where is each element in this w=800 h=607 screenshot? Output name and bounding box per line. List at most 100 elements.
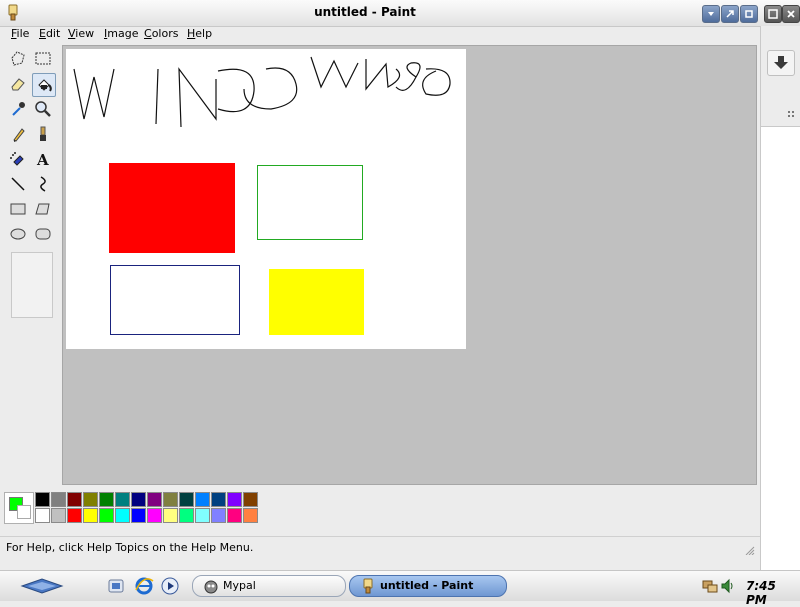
airbrush-icon bbox=[10, 152, 24, 166]
maximize-button[interactable] bbox=[721, 5, 739, 23]
curve-icon bbox=[40, 176, 46, 192]
menu-help[interactable]: Help bbox=[187, 27, 212, 40]
restore-button[interactable] bbox=[740, 5, 758, 23]
color-swatch[interactable] bbox=[211, 508, 226, 523]
color-swatch[interactable] bbox=[99, 508, 114, 523]
color-swatch[interactable] bbox=[83, 492, 98, 507]
scribble-stroke bbox=[217, 68, 255, 113]
menu-image[interactable]: Image bbox=[104, 27, 138, 40]
resize-grip-icon[interactable] bbox=[744, 545, 756, 555]
color-swatch[interactable] bbox=[179, 508, 194, 523]
drawing-canvas[interactable] bbox=[66, 49, 466, 349]
volume-tray-icon[interactable] bbox=[720, 578, 736, 594]
color-swatch[interactable] bbox=[115, 508, 130, 523]
minimize-icon bbox=[708, 12, 714, 16]
rectangle-tool[interactable] bbox=[7, 198, 29, 220]
side-panel bbox=[760, 26, 800, 576]
color-swatch[interactable] bbox=[67, 508, 82, 523]
color-swatch[interactable] bbox=[243, 492, 258, 507]
scribble-stroke bbox=[243, 67, 298, 110]
paint-app-icon bbox=[363, 578, 373, 594]
rect-select-tool[interactable] bbox=[32, 48, 54, 70]
side-panel-header bbox=[761, 26, 800, 127]
color-swatch[interactable] bbox=[195, 508, 210, 523]
magnifier-tool[interactable] bbox=[32, 98, 54, 120]
task-paint[interactable]: untitled - Paint bbox=[349, 575, 507, 597]
color-swatch[interactable] bbox=[35, 508, 50, 523]
show-desktop-icon[interactable] bbox=[106, 576, 126, 596]
fill-tool[interactable] bbox=[32, 73, 56, 97]
polygon-icon bbox=[35, 203, 50, 215]
color-swatch[interactable] bbox=[211, 492, 226, 507]
task-mypal[interactable]: Mypal bbox=[192, 575, 346, 597]
color-swatch[interactable] bbox=[179, 492, 194, 507]
start-menu-icon[interactable] bbox=[20, 577, 64, 595]
yellow-filled-rectangle bbox=[269, 269, 364, 335]
status-text: For Help, click Help Topics on the Help … bbox=[6, 541, 254, 554]
color-swatch[interactable] bbox=[147, 492, 162, 507]
color-swatch[interactable] bbox=[67, 492, 82, 507]
current-colors[interactable] bbox=[4, 492, 34, 524]
tool-options-box[interactable] bbox=[11, 252, 53, 318]
rounded-rectangle-tool[interactable] bbox=[32, 223, 54, 245]
airbrush-tool[interactable] bbox=[7, 148, 29, 170]
color-swatch[interactable] bbox=[163, 492, 178, 507]
scribble-stroke bbox=[365, 59, 401, 91]
svg-text:A: A bbox=[36, 151, 49, 168]
task-label: Mypal bbox=[223, 579, 256, 592]
color-swatch[interactable] bbox=[227, 508, 242, 523]
color-swatch[interactable] bbox=[131, 492, 146, 507]
scribble-stroke bbox=[155, 68, 159, 125]
color-swatch[interactable] bbox=[83, 508, 98, 523]
download-button[interactable] bbox=[767, 50, 795, 76]
menu-file[interactable]: File bbox=[11, 27, 29, 40]
green-outlined-rectangle bbox=[257, 165, 363, 240]
menu-colors[interactable]: Colors bbox=[144, 27, 178, 40]
ellipse-tool[interactable] bbox=[7, 223, 29, 245]
paint-bucket-icon bbox=[38, 79, 52, 92]
line-icon bbox=[11, 177, 25, 191]
color-swatch[interactable] bbox=[147, 508, 162, 523]
taskbar: Mypal untitled - Paint 7:45 PM bbox=[0, 570, 800, 607]
scribble-stroke bbox=[310, 56, 359, 89]
canvas-workspace bbox=[62, 45, 757, 485]
shade-button[interactable] bbox=[764, 5, 782, 23]
close-button[interactable] bbox=[782, 5, 800, 23]
pencil-tool[interactable] bbox=[7, 123, 29, 145]
menu-view[interactable]: View bbox=[68, 27, 94, 40]
color-swatch[interactable] bbox=[35, 492, 50, 507]
minimize-button[interactable] bbox=[702, 5, 720, 23]
task-label: untitled - Paint bbox=[380, 579, 474, 592]
color-swatch[interactable] bbox=[99, 492, 114, 507]
internet-explorer-icon[interactable] bbox=[134, 576, 154, 596]
taskbar-clock: 7:45 PM bbox=[746, 579, 776, 607]
polygon-tool[interactable] bbox=[32, 198, 54, 220]
free-select-icon bbox=[11, 51, 25, 66]
color-swatch[interactable] bbox=[227, 492, 242, 507]
network-tray-icon[interactable] bbox=[702, 578, 718, 594]
eraser-tool[interactable] bbox=[7, 73, 29, 95]
color-swatch[interactable] bbox=[243, 508, 258, 523]
text-tool[interactable]: A bbox=[32, 148, 54, 170]
toolbox: A bbox=[4, 46, 58, 482]
color-swatch[interactable] bbox=[115, 492, 130, 507]
title-bar: untitled - Paint bbox=[0, 0, 800, 27]
free-select-tool[interactable] bbox=[7, 48, 29, 70]
eyedropper-icon bbox=[12, 102, 25, 116]
rounded-rectangle-icon bbox=[35, 228, 51, 240]
media-player-icon[interactable] bbox=[160, 576, 180, 596]
curve-tool[interactable] bbox=[32, 173, 54, 195]
color-swatch[interactable] bbox=[51, 492, 66, 507]
color-swatch[interactable] bbox=[51, 508, 66, 523]
color-swatch[interactable] bbox=[131, 508, 146, 523]
grip-icon[interactable] bbox=[788, 111, 798, 119]
restore-icon bbox=[745, 10, 753, 18]
close-icon bbox=[787, 10, 795, 18]
color-picker-tool[interactable] bbox=[7, 98, 29, 120]
color-swatch[interactable] bbox=[195, 492, 210, 507]
arrow-down-icon bbox=[774, 56, 788, 69]
brush-tool[interactable] bbox=[32, 123, 54, 145]
color-swatch[interactable] bbox=[163, 508, 178, 523]
menu-edit[interactable]: Edit bbox=[39, 27, 60, 40]
line-tool[interactable] bbox=[7, 173, 29, 195]
